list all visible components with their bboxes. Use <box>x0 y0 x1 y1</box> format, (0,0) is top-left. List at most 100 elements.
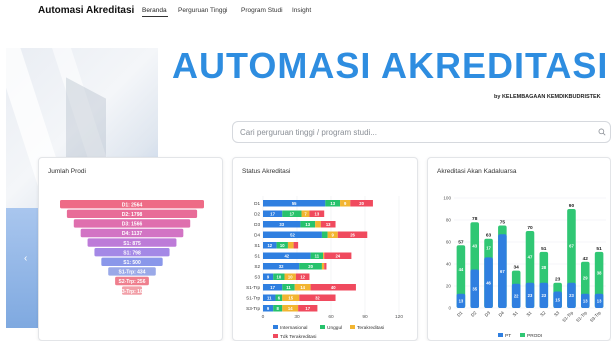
x-tick-label: S1 <box>512 310 520 318</box>
search-placeholder: Cari perguruan tinggi / program studi... <box>240 128 377 137</box>
prodi-inner-label: 47 <box>528 254 533 259</box>
status-bar-segment <box>321 231 328 238</box>
search-input[interactable]: Cari perguruan tinggi / program studi... <box>232 121 611 143</box>
y-tick-label: S3-Trp <box>246 306 260 311</box>
nav-link-insight[interactable]: Insight <box>292 7 311 14</box>
status-bar-label: 11 <box>286 285 291 290</box>
status-bar-label: 32 <box>315 296 320 301</box>
brand-logo-text[interactable]: Automasi Akreditasi <box>38 5 134 16</box>
status-bar-label: 17 <box>270 212 275 217</box>
status-bar-label: 42 <box>284 254 289 259</box>
funnel-label: D1: 2564 <box>122 202 143 208</box>
legend-label: Tdk Terakreditasi <box>280 334 316 340</box>
status-bar-label: 14 <box>288 306 293 311</box>
status-bar-label: 11 <box>267 296 272 301</box>
status-bar-label: 13 <box>314 212 319 217</box>
active-nav-underline <box>142 16 168 17</box>
nav-link-perguruan-tinggi[interactable]: Perguruan Tinggi <box>178 7 228 14</box>
status-bar-label: 17 <box>305 306 310 311</box>
nav-link-program-studi[interactable]: Program Studi <box>241 7 283 14</box>
prodi-inner-label: 17 <box>486 246 491 251</box>
y-tick-label: S1-Trp <box>246 295 260 300</box>
prodi-value-label: 78 <box>472 216 478 222</box>
chevron-left-icon[interactable]: ‹ <box>24 253 27 264</box>
status-bar-segment <box>315 221 321 228</box>
x-tick-label: D2 <box>470 310 478 318</box>
prodi-value-label: 51 <box>596 246 602 252</box>
prodi-inner-label: 29 <box>583 275 588 280</box>
status-bar-label: 40 <box>331 285 336 290</box>
x-tick-label: S1-Trp <box>561 310 574 323</box>
x-tick-label: S3 <box>553 310 561 318</box>
prodi-value-label: 57 <box>458 239 464 245</box>
prodi-value-label: 23 <box>555 277 561 283</box>
x-tick-label: 60 <box>328 314 334 320</box>
status-bar-segment <box>293 242 299 249</box>
y-tick-label: 100 <box>443 196 451 201</box>
status-bar-label: 10 <box>280 243 285 248</box>
legend-swatch <box>350 325 355 329</box>
status-bar-segment <box>321 263 325 270</box>
hero-title: AUTOMASI AKREDITASI <box>172 45 609 86</box>
funnel-label: S2-Trp: 256 <box>119 279 146 285</box>
pt-value-label: 13 <box>459 298 464 303</box>
x-tick-label: D3 <box>484 310 492 318</box>
status-bar-label: 13 <box>330 201 335 206</box>
status-bar-label: 17 <box>290 212 295 217</box>
prodi-value-label: 90 <box>569 203 575 209</box>
pt-value-label: 46 <box>486 280 491 285</box>
prodi-value-label: 34 <box>514 265 520 271</box>
legend-label: Unggul <box>327 325 342 331</box>
y-tick-label: 80 <box>446 218 452 223</box>
pt-value-label: 23 <box>528 293 533 298</box>
legend-swatch <box>520 333 525 337</box>
prodi-value-label: 63 <box>486 233 492 239</box>
funnel-label: S1: 875 <box>123 241 141 247</box>
legend-swatch <box>320 325 325 329</box>
prodi-inner-label: 28 <box>541 265 546 270</box>
status-bar-label: 32 <box>279 264 284 269</box>
status-bar-label: 12 <box>300 275 305 280</box>
x-tick-label: D4 <box>498 310 506 318</box>
funnel-label: S1-Trp: 434 <box>119 270 146 276</box>
y-tick-label: 40 <box>446 262 452 267</box>
y-tick-label: 20 <box>446 284 452 289</box>
x-tick-label: 120 <box>395 314 403 320</box>
pt-value-label: 13 <box>597 298 602 303</box>
prodi-value-label: 51 <box>541 246 547 252</box>
y-tick-label: S1 <box>254 243 260 248</box>
status-bar-label: 14 <box>300 285 305 290</box>
search-icon[interactable] <box>598 128 606 136</box>
funnel-label: S1: 798 <box>123 250 141 256</box>
status-bar-label: 10 <box>277 275 282 280</box>
status-bar-label: 10 <box>288 275 293 280</box>
prodi-value-label: 75 <box>500 220 506 226</box>
hero-subtitle: by KELEMBAGAAN KEMDIKBUDRISTEK <box>494 94 601 100</box>
card-akreditasi-kadaluarsa: Akreditasi Akan Kadaluarsa 0 20 40 60 80 100 5… <box>427 157 611 341</box>
funnel-label: S1: 500 <box>123 260 141 266</box>
funnel-chart: D1: 2564 D2: 1798 D3: 1566 D4: 1137 S1: 875 S… <box>60 200 204 295</box>
pt-value-label: 15 <box>555 297 560 302</box>
x-tick-label: D1 <box>456 310 464 318</box>
top-navbar: Automasi Akreditasi Beranda Perguruan Ti… <box>0 0 611 26</box>
prodi-inner-label: 67 <box>569 243 574 248</box>
y-tick-label: 60 <box>446 240 452 245</box>
prodi-value-label: 70 <box>527 225 533 231</box>
status-bar-label: 20 <box>308 264 313 269</box>
nav-link-beranda[interactable]: Beranda <box>142 7 167 14</box>
pt-value-label: 22 <box>514 294 519 299</box>
funnel-label: D2: 1798 <box>122 212 143 218</box>
y-tick-label: S2 <box>254 264 260 269</box>
y-tick-label: D4 <box>254 232 260 237</box>
status-bar-label: 52 <box>290 233 295 238</box>
expire-chart: 0 20 40 60 80 100 57 13 44 D1 78 35 43 D2 63 46 17 D3 75 67… <box>443 196 606 339</box>
x-tick-label: 0 <box>262 314 265 320</box>
x-tick-label: 90 <box>362 314 368 320</box>
prodi-value-label: 42 <box>583 256 589 262</box>
legend-swatch <box>273 325 278 329</box>
pt-value-label: 23 <box>569 293 574 298</box>
x-tick-label: S1-Trp <box>575 310 588 323</box>
card-jumlah-prodi: Jumlah Prodi D1: 2564 D2: 1798 D3: 1566 D4:… <box>38 157 223 341</box>
x-tick-label: S3-Trp <box>589 310 602 323</box>
status-bar-label: 33 <box>279 222 284 227</box>
